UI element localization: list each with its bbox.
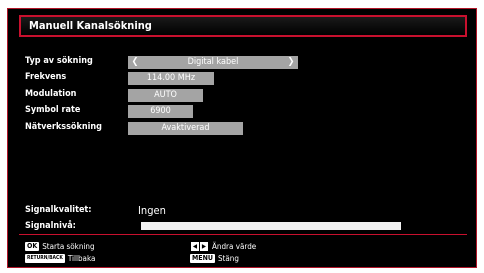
back-help-label: Tillbaka <box>67 254 96 263</box>
symbol-rate-label: Symbol rate <box>25 105 81 115</box>
network-search-label: Nätverkssökning <box>25 122 102 132</box>
signal-quality-value: Ingen <box>138 204 166 217</box>
left-right-nav-icon: ◀ ▶ <box>191 242 208 251</box>
menu-help-label: Stäng <box>217 254 239 263</box>
footer-divider <box>19 234 467 235</box>
signal-level-bar <box>141 222 401 230</box>
search-type-value: Digital kabel <box>187 57 239 67</box>
help-change-value: ◀ ▶ Ändra värde <box>190 242 256 251</box>
signal-level-label: Signalnivå: <box>25 221 76 231</box>
menu-key: MENU <box>190 254 215 263</box>
modulation-value[interactable]: AUTO <box>128 89 203 102</box>
change-value-help-label: Ändra värde <box>212 242 257 251</box>
ok-help-label: Starta sökning <box>42 242 95 251</box>
network-search-value[interactable]: Avaktiverad <box>128 122 243 135</box>
network-search-row[interactable]: Nätverkssökning Avaktiverad <box>25 122 315 135</box>
search-type-row[interactable]: Typ av sökning ❮ Digital kabel ❯ <box>25 56 315 69</box>
chevron-right-icon[interactable]: ❯ <box>286 56 296 69</box>
symbol-rate-value[interactable]: 6900 <box>128 105 193 118</box>
search-type-label: Typ av sökning <box>25 56 93 66</box>
signal-quality-label: Signalkvalitet: <box>25 205 92 215</box>
manual-channel-search-dialog: Manuell Kanalsökning Typ av sökning ❮ Di… <box>7 8 477 268</box>
dialog-title-bar: Manuell Kanalsökning <box>19 15 467 37</box>
frequency-row[interactable]: Frekvens 114.00 MHz <box>25 72 315 85</box>
search-type-selector[interactable]: ❮ Digital kabel ❯ <box>128 56 298 69</box>
frequency-label: Frekvens <box>25 72 67 82</box>
frequency-value[interactable]: 114.00 MHz <box>128 72 214 85</box>
help-ok: OK Starta sökning <box>25 242 95 251</box>
ok-key: OK <box>25 242 40 251</box>
help-menu: MENU Stäng <box>190 254 239 263</box>
dialog-title: Manuell Kanalsökning <box>29 19 152 32</box>
help-back: RETURN/BACK Tillbaka <box>25 254 95 263</box>
modulation-row[interactable]: Modulation AUTO <box>25 89 315 102</box>
modulation-label: Modulation <box>25 89 77 99</box>
symbol-rate-row[interactable]: Symbol rate 6900 <box>25 105 315 118</box>
back-key: RETURN/BACK <box>25 254 65 263</box>
chevron-left-icon[interactable]: ❮ <box>130 56 140 69</box>
